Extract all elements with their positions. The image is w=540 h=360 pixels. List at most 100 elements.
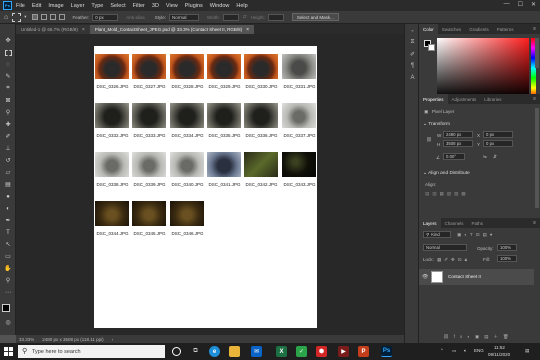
color-panel-scrollbar[interactable] <box>535 38 539 68</box>
angle-field[interactable]: 0.00° <box>443 153 465 160</box>
tab-layers[interactable]: Layers <box>419 218 441 228</box>
new-selection-icon[interactable] <box>31 14 38 20</box>
style-select[interactable]: Normal <box>169 13 200 21</box>
hand-tool-icon[interactable]: ✋ <box>3 264 13 273</box>
zoom-level[interactable]: 33.33% <box>19 337 34 342</box>
mail-icon[interactable]: ✉ <box>251 346 262 357</box>
excel-icon[interactable]: X <box>276 346 287 357</box>
flip-horizontal-icon[interactable]: ⇋ <box>483 154 487 160</box>
height-field[interactable]: 3508 px <box>443 140 473 147</box>
marquee-tool-icon[interactable] <box>3 48 13 57</box>
paragraph-panel-icon[interactable]: ¶ <box>408 62 417 70</box>
antialias-checkbox-label[interactable]: Anti-alias <box>126 15 145 20</box>
lasso-tool-icon[interactable]: ◌ <box>3 60 13 69</box>
tab-color[interactable]: Color <box>419 24 438 34</box>
character-panel-icon[interactable]: A <box>408 74 417 82</box>
close-tab-icon[interactable]: × <box>82 27 85 33</box>
align-buttons[interactable]: ▤▥▦▧▨▩ <box>425 191 469 197</box>
layer-row-contact-sheet[interactable]: 👁︎ Contact Sheet II <box>419 269 534 285</box>
menu-edit[interactable]: Edit <box>32 3 41 9</box>
pen-tool-icon[interactable]: ✒ <box>3 216 13 225</box>
subtract-selection-icon[interactable] <box>49 14 56 20</box>
path-select-tool-icon[interactable]: ↖ <box>3 240 13 249</box>
tab-swatches[interactable]: Swatches <box>438 24 466 34</box>
flip-vertical-icon[interactable]: ⇵ <box>493 154 497 160</box>
edge-browser-icon[interactable]: e <box>209 346 220 357</box>
language-indicator[interactable]: ENG <box>474 348 484 353</box>
gradient-tool-icon[interactable]: ▤ <box>3 180 13 189</box>
menu-plugins[interactable]: Plugins <box>185 3 203 9</box>
brush-tool-icon[interactable]: ✐ <box>3 132 13 141</box>
quick-select-tool-icon[interactable]: ✎ <box>3 72 13 81</box>
color-picker-field[interactable] <box>437 38 529 98</box>
healing-brush-icon[interactable]: ✚ <box>3 120 13 129</box>
dodge-tool-icon[interactable]: ◐ <box>3 204 13 213</box>
align-section-header[interactable]: ⌄ Align and Distribute <box>423 171 470 176</box>
type-tool-icon[interactable]: T <box>3 228 13 237</box>
eyedropper-tool-icon[interactable]: ⚲ <box>3 108 13 117</box>
layer-filter-kind[interactable]: ⚲ Kind <box>423 231 451 238</box>
feather-input[interactable]: 0 px <box>92 13 119 21</box>
layer-actions-icons[interactable]: ⛓fx◐▣▤＋🗑︎ <box>443 334 514 340</box>
layer-filter-icons[interactable]: ▣◐T⊡▤● <box>457 232 495 238</box>
more-tools-icon[interactable]: ⋯ <box>3 288 13 297</box>
taskbar-search-input[interactable]: ⚲ Type here to search <box>18 345 165 358</box>
canvas-workspace[interactable]: DSC_0326.JPG DSC_0327.JPG DSC_0328.JPG DSC_… <box>16 34 404 335</box>
volume-icon[interactable]: 🔈︎ <box>464 348 467 353</box>
tab-channels[interactable]: Channels <box>441 218 468 228</box>
select-and-mask-button[interactable]: Select and Mask... <box>291 13 339 21</box>
quick-mask-icon[interactable]: ◎ <box>3 318 13 327</box>
rectangle-tool-icon[interactable]: ▭ <box>3 252 13 261</box>
crop-tool-icon[interactable]: ⌗ <box>3 84 13 93</box>
width-field[interactable]: 2480 px <box>443 131 473 138</box>
properties-scrollbar[interactable] <box>535 108 539 208</box>
transform-section-header[interactable]: ⌄ Transform <box>423 122 450 127</box>
collapse-arrows-icon[interactable]: « <box>408 26 417 34</box>
menu-file[interactable]: File <box>16 3 25 9</box>
history-panel-icon[interactable]: ⧖ <box>408 38 417 46</box>
marquee-tool-icon[interactable] <box>12 12 22 22</box>
minimize-button[interactable]: — <box>504 1 510 8</box>
move-tool-icon[interactable]: ✥ <box>3 36 13 45</box>
tab-untitled[interactable]: Untitled-1 @ 66.7% (RGB/8) × <box>16 25 90 34</box>
swap-icon[interactable]: ⇄ <box>243 14 247 20</box>
media-app-icon[interactable]: ▶ <box>338 346 349 357</box>
menu-filter[interactable]: Filter <box>133 3 145 9</box>
add-selection-icon[interactable] <box>40 14 47 20</box>
close-window-button[interactable]: ✕ <box>531 1 536 8</box>
file-explorer-icon[interactable] <box>229 346 240 357</box>
menu-type[interactable]: Type <box>91 3 103 9</box>
x-field[interactable]: 0 px <box>483 131 513 138</box>
tab-adjustments[interactable]: Adjustments <box>448 94 481 104</box>
cortana-icon[interactable] <box>172 347 181 356</box>
panel-menu-icon[interactable]: ≡ <box>533 220 536 226</box>
tab-paths[interactable]: Paths <box>468 218 488 228</box>
menu-select[interactable]: Select <box>110 3 125 9</box>
visibility-eye-icon[interactable]: 👁︎ <box>422 274 428 280</box>
tab-gradients[interactable]: Gradients <box>465 24 493 34</box>
status-arrow-icon[interactable]: › <box>112 337 114 342</box>
clock-time[interactable]: 11:52 <box>494 345 505 350</box>
clone-stamp-icon[interactable]: ⊥ <box>3 144 13 153</box>
fill-field[interactable]: 100% <box>497 255 517 262</box>
menu-layer[interactable]: Layer <box>71 3 85 9</box>
document-canvas[interactable]: DSC_0326.JPG DSC_0327.JPG DSC_0328.JPG DSC_… <box>94 46 317 328</box>
menu-image[interactable]: Image <box>48 3 63 9</box>
eraser-tool-icon[interactable]: ▱ <box>3 168 13 177</box>
background-color-swatch[interactable] <box>428 44 435 51</box>
height-input[interactable] <box>267 13 284 21</box>
task-view-icon[interactable]: ⧉ <box>190 346 201 357</box>
intersect-selection-icon[interactable] <box>58 14 65 20</box>
tab-properties[interactable]: Properties <box>419 94 448 104</box>
chat-app-icon[interactable]: ✓ <box>296 346 307 357</box>
tray-chevron-icon[interactable]: ⌃ <box>440 348 444 354</box>
panel-menu-icon[interactable]: ≡ <box>533 96 536 102</box>
menu-help[interactable]: Help <box>236 3 247 9</box>
photoshop-taskbar-icon[interactable]: Ps <box>381 346 392 357</box>
clock-date[interactable]: 09/11/2020 <box>488 352 510 357</box>
panel-menu-icon[interactable]: ≡ <box>533 26 536 32</box>
foreground-color-swatch[interactable] <box>2 304 10 312</box>
notifications-icon[interactable]: ▤ <box>525 348 529 354</box>
powerpoint-icon[interactable]: P <box>358 346 369 357</box>
blend-mode-select[interactable]: Normal <box>423 244 467 251</box>
